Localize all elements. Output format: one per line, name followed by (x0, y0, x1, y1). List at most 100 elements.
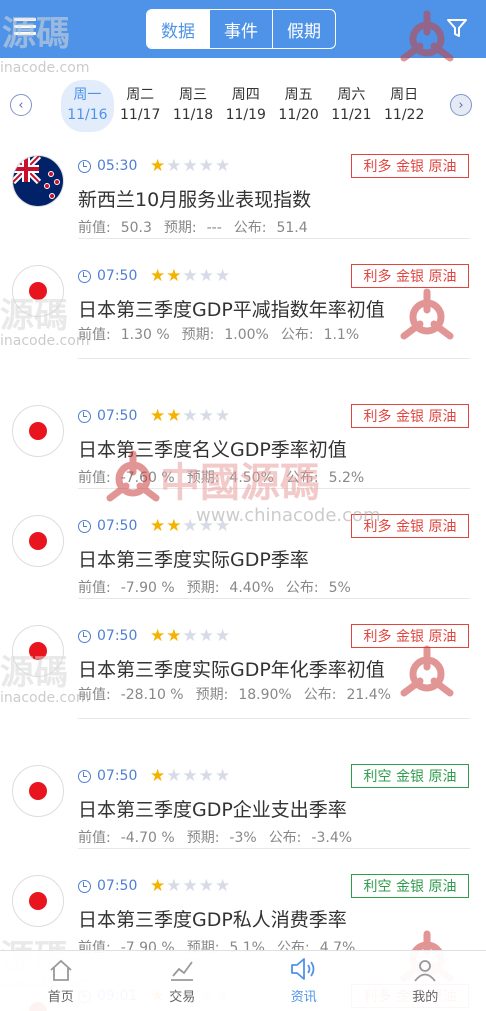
day-item[interactable]: 周日 11/22 (378, 80, 431, 132)
importance-stars: ★★★★★ (150, 406, 231, 426)
actual-label: 公布: (268, 830, 302, 846)
event-time: 05:30 (78, 158, 137, 174)
event-title: 新西兰10月服务业表现指数 (78, 189, 312, 211)
expected-label: 预期: (186, 580, 220, 596)
star-empty-icon: ★ (198, 266, 215, 286)
star-filled-icon: ★ (150, 516, 167, 536)
event-title: 日本第三季度实际GDP季率 (78, 549, 309, 571)
event-title: 日本第三季度GDP平减指数年率初值 (78, 299, 385, 321)
clock-icon (78, 409, 91, 423)
actual-label: 公布: (280, 327, 314, 343)
prev-value: -7.90 % (120, 580, 175, 596)
tab-news[interactable]: 资讯 (243, 951, 365, 1011)
star-filled-icon: ★ (150, 766, 167, 786)
expected-value: 18.90% (238, 687, 292, 703)
star-empty-icon: ★ (215, 266, 232, 286)
impact-tag: 利空 金银 原油 (351, 764, 469, 788)
star-empty-icon: ★ (166, 876, 183, 896)
day-item[interactable]: 周四 11/19 (219, 80, 272, 132)
tab-home[interactable]: 首页 (0, 951, 122, 1011)
clock-icon (78, 519, 91, 533)
prev-label: 前值: (78, 220, 111, 236)
watermark-emblem-icon (400, 288, 454, 340)
actual-label: 公布: (285, 580, 319, 596)
watermark-url: inacode.com (0, 690, 90, 706)
actual-value: 5.2% (328, 470, 365, 486)
actual-value: 51.4 (276, 220, 308, 236)
prev-label: 前值: (78, 580, 111, 596)
expected-label: 预期: (195, 687, 229, 703)
star-empty-icon: ★ (198, 406, 215, 426)
star-empty-icon: ★ (215, 626, 232, 646)
day-item[interactable]: 周三 11/18 (167, 80, 220, 132)
expected-label: 预期: (181, 327, 215, 343)
star-filled-icon: ★ (150, 406, 167, 426)
tab-holidays[interactable]: 假期 (272, 10, 335, 48)
watermark-emblem-icon (400, 645, 454, 697)
tab-data[interactable]: 数据 (147, 10, 209, 48)
event-values: 前值: 1.30 % 预期: 1.00% 公布: 1.1% (78, 324, 371, 344)
star-filled-icon: ★ (150, 876, 167, 896)
row-divider (78, 238, 470, 239)
row-divider (78, 358, 470, 359)
actual-label: 公布: (233, 220, 267, 236)
star-filled-icon: ★ (150, 156, 167, 176)
star-empty-icon: ★ (198, 766, 215, 786)
day-item[interactable]: 周二 11/17 (114, 80, 167, 132)
event-values: 前值: -4.70 % 预期: -3% 公布: -3.4% (78, 827, 364, 847)
star-empty-icon: ★ (198, 626, 215, 646)
clock-icon (78, 769, 91, 783)
day-list: 周一 11/16 周二 11/17 周三 11/18 周四 11/19 周五 11/20 … (61, 80, 431, 132)
event-time: 07:50 (78, 628, 137, 644)
event-values: 前值: -7.90 % 预期: 4.40% 公布: 5% (78, 577, 363, 597)
star-filled-icon: ★ (166, 406, 183, 426)
actual-value: 5% (328, 580, 351, 596)
watermark-logo-text: 中國源碼 (160, 460, 320, 506)
segmented-tabs: 数据 事件 假期 (146, 9, 336, 49)
day-item[interactable]: 周一 11/16 (61, 80, 114, 132)
speaker-icon (290, 958, 315, 980)
star-empty-icon: ★ (182, 626, 199, 646)
impact-tag: 利空 金银 原油 (351, 874, 469, 898)
japan-flag-icon (12, 765, 64, 817)
japan-flag-icon (12, 875, 64, 927)
day-item[interactable]: 周六 11/21 (325, 80, 378, 132)
watermark-emblem-icon (400, 10, 454, 62)
impact-tag: 利多 金银 原油 (351, 154, 469, 178)
star-empty-icon: ★ (215, 156, 232, 176)
next-week-button[interactable]: › (450, 94, 472, 116)
importance-stars: ★★★★★ (150, 766, 231, 786)
event-title: 日本第三季度实际GDP年化季率初值 (78, 659, 385, 681)
impact-tag: 利多 金银 原油 (351, 264, 469, 288)
event-title: 日本第三季度GDP企业支出季率 (78, 799, 347, 821)
prev-value: -28.10 % (120, 687, 184, 703)
star-empty-icon: ★ (215, 766, 232, 786)
user-icon (414, 960, 436, 982)
star-empty-icon: ★ (166, 766, 183, 786)
japan-flag-circle (29, 892, 47, 910)
actual-value: -3.4% (311, 830, 353, 846)
watermark-logo-text: 源碼 (0, 653, 68, 693)
tab-trade[interactable]: 交易 (122, 951, 244, 1011)
watermark-url: inacode.com (0, 333, 90, 349)
expected-value: 4.40% (229, 580, 274, 596)
day-item[interactable]: 周五 11/20 (272, 80, 325, 132)
star-empty-icon: ★ (182, 876, 199, 896)
clock-icon (78, 629, 91, 643)
importance-stars: ★★★★★ (150, 266, 231, 286)
star-filled-icon: ★ (166, 626, 183, 646)
star-empty-icon: ★ (215, 876, 232, 896)
prev-value: 1.30 % (120, 327, 170, 343)
watermark-logo-text: 源碼 (2, 14, 70, 54)
star-filled-icon: ★ (150, 266, 167, 286)
prev-week-button[interactable]: ‹ (10, 94, 32, 116)
star-empty-icon: ★ (182, 266, 199, 286)
star-empty-icon: ★ (182, 406, 199, 426)
actual-value: 21.4% (346, 687, 391, 703)
expected-value: 1.00% (224, 327, 269, 343)
tab-mine[interactable]: 我的 (365, 951, 486, 1011)
event-values: 前值: -28.10 % 预期: 18.90% 公布: 21.4% (78, 684, 403, 704)
tab-events[interactable]: 事件 (209, 10, 272, 48)
row-divider (78, 848, 470, 849)
prev-value: -4.70 % (120, 830, 175, 846)
